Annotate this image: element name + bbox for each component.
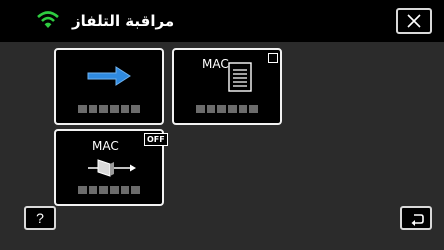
mac-list-checkbox[interactable] xyxy=(268,53,278,63)
header-bar: مراقبة التلفاز xyxy=(0,0,444,42)
send-tile-label xyxy=(78,105,141,113)
off-badge: OFF xyxy=(144,133,168,146)
help-button[interactable]: ? xyxy=(24,206,56,230)
mac-list-text: MAC xyxy=(202,57,229,71)
screen-title: مراقبة التلفاز xyxy=(72,12,175,30)
mac-list-tile-label xyxy=(196,105,259,113)
mac-filter-tile-label xyxy=(78,186,141,194)
mac-list-tile[interactable]: MAC xyxy=(172,48,282,125)
menu-panel: MAC MAC OFF xyxy=(0,42,444,250)
question-icon: ? xyxy=(36,210,44,226)
document-list-icon xyxy=(228,62,252,92)
filter-arrow-icon xyxy=(88,159,136,177)
close-icon xyxy=(407,14,421,28)
mac-filter-tile[interactable]: MAC OFF xyxy=(54,129,168,206)
close-button[interactable] xyxy=(396,8,432,34)
back-button[interactable] xyxy=(400,206,432,230)
back-return-icon xyxy=(411,214,424,226)
mac-filter-text: MAC xyxy=(92,139,119,153)
wifi-icon xyxy=(37,11,59,28)
send-tile[interactable] xyxy=(54,48,164,125)
right-arrow-icon xyxy=(87,66,131,86)
